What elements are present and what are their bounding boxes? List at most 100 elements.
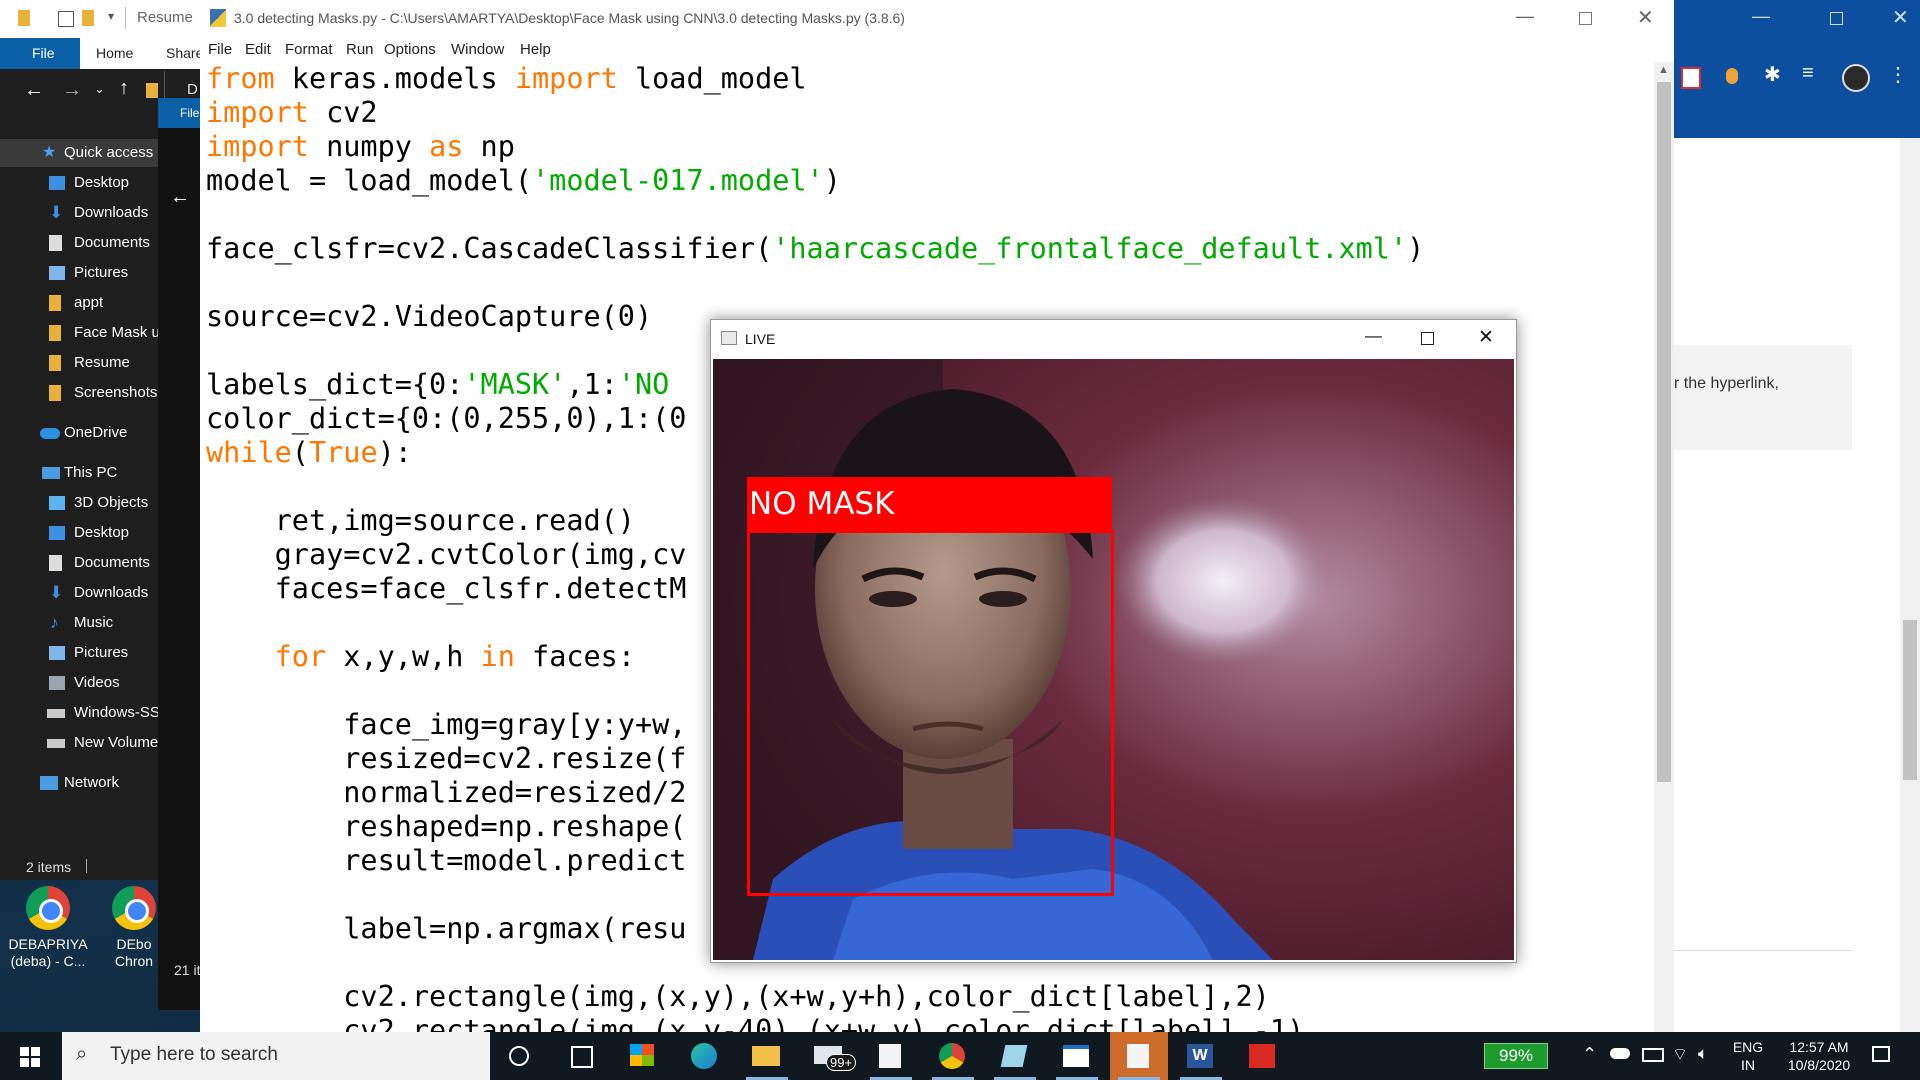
- new-folder-icon[interactable]: [82, 10, 94, 26]
- taskbar-mail[interactable]: 99+: [800, 1032, 858, 1080]
- live-minimize-icon[interactable]: —: [1365, 326, 1382, 346]
- windows-start-icon[interactable]: [20, 1047, 40, 1067]
- nav-item-desktop-pc[interactable]: Desktop: [0, 519, 158, 547]
- nav-item-downloads-pc[interactable]: ⬇ Downloads: [0, 579, 158, 607]
- nav-label: Documents: [74, 554, 150, 571]
- ribbon-tab-home[interactable]: Home: [96, 45, 133, 61]
- minimize-icon[interactable]: —: [1516, 6, 1534, 27]
- nav-label: Screenshots: [74, 384, 158, 401]
- up-arrow-icon[interactable]: ↑: [119, 77, 129, 100]
- nav-item-desktop[interactable]: Desktop: [0, 169, 158, 197]
- code-line: from keras.models import load_model: [206, 62, 807, 95]
- taskbar-window-app[interactable]: [1048, 1032, 1106, 1080]
- nav-item-music[interactable]: ♪ Music: [0, 609, 158, 637]
- menu-run[interactable]: Run: [346, 41, 374, 58]
- nav-item-appt[interactable]: appt: [0, 289, 158, 317]
- task-view-button[interactable]: [552, 1032, 610, 1080]
- address-bar-text[interactable]: D: [187, 81, 198, 98]
- wifi-icon[interactable]: ⌔: [1672, 1044, 1688, 1065]
- desktop-shortcut-debapriya[interactable]: DEBAPRIYA (deba) - C...: [6, 886, 90, 970]
- folder-icon: [49, 325, 61, 341]
- onedrive-cloud-icon[interactable]: [1610, 1048, 1630, 1059]
- extension-shield-icon[interactable]: [1681, 67, 1701, 89]
- taskbar-file-explorer[interactable]: [738, 1032, 796, 1080]
- battery-indicator[interactable]: 99%: [1484, 1043, 1548, 1069]
- desktop-shortcut-debo[interactable]: DEbo Chron: [92, 886, 176, 970]
- quick-toolbar-dropdown-icon[interactable]: ▾: [108, 9, 114, 23]
- extensions-puzzle-icon[interactable]: ✱: [1764, 62, 1781, 87]
- battery-icon[interactable]: [1642, 1048, 1664, 1062]
- nav-item-quick-access[interactable]: ★ Quick access: [0, 139, 158, 167]
- nav-item-pictures-pc[interactable]: Pictures: [0, 639, 158, 667]
- clock[interactable]: 12:57 AM 10/8/2020: [1774, 1038, 1864, 1074]
- taskbar-idle-active[interactable]: [1110, 1032, 1168, 1080]
- recent-chevron-icon[interactable]: ⌄: [94, 81, 105, 97]
- nav-item-3d-objects[interactable]: 3D Objects: [0, 489, 158, 517]
- nav-item-new-volume[interactable]: New Volume: [0, 729, 158, 757]
- editor-scrollbar-thumb[interactable]: [1657, 82, 1671, 782]
- download-icon: ⬇: [49, 203, 64, 222]
- nav-item-face-mask[interactable]: Face Mask us: [0, 319, 158, 347]
- extension-ninja-icon[interactable]: [1726, 68, 1738, 84]
- checkbox-icon[interactable]: [58, 11, 74, 27]
- taskbar-edge[interactable]: [676, 1032, 734, 1080]
- nav-item-network[interactable]: Network: [0, 769, 158, 797]
- nav-item-documents[interactable]: Documents: [0, 229, 158, 257]
- drive-icon: [47, 709, 65, 718]
- ribbon-tab-share[interactable]: Share: [166, 38, 203, 69]
- nav-item-screenshots[interactable]: Screenshots: [0, 379, 158, 407]
- code-line: model = load_model('model-017.model'): [206, 164, 841, 197]
- close-icon[interactable]: ✕: [1637, 5, 1654, 30]
- taskbar-acrobat[interactable]: [1234, 1032, 1292, 1080]
- profile-avatar[interactable]: [1842, 64, 1870, 92]
- browser-minimize-icon[interactable]: —: [1752, 6, 1770, 27]
- menu-window[interactable]: Window: [451, 41, 504, 58]
- scroll-up-icon[interactable]: ▲: [1658, 64, 1669, 76]
- menu-help[interactable]: Help: [520, 41, 551, 58]
- store-bag-icon: [630, 1044, 654, 1066]
- show-hidden-icons-chevron-icon[interactable]: ⌃: [1582, 1044, 1597, 1065]
- language-indicator[interactable]: ENG IN: [1727, 1038, 1769, 1074]
- menu-file[interactable]: File: [208, 41, 232, 58]
- nav-item-downloads[interactable]: ⬇ Downloads: [0, 199, 158, 227]
- nav-item-resume[interactable]: Resume: [0, 349, 158, 377]
- second-explorer-file-tab[interactable]: File: [180, 106, 199, 120]
- taskbar-store[interactable]: [614, 1032, 672, 1080]
- browser-window: — ✕ ✱ ≡ ⋮ r the hyperlink,: [1674, 0, 1920, 1032]
- nav-item-onedrive[interactable]: OneDrive: [0, 419, 158, 447]
- taskbar-python-app[interactable]: [862, 1032, 920, 1080]
- browser-scrollbar[interactable]: [1900, 138, 1920, 1032]
- nav-label: Face Mask us: [74, 324, 158, 341]
- menu-format[interactable]: Format: [285, 41, 333, 58]
- idle-window-title: 3.0 detecting Masks.py - C:\Users\AMARTY…: [234, 10, 905, 26]
- browser-close-icon[interactable]: ✕: [1892, 5, 1909, 30]
- nav-item-this-pc[interactable]: This PC: [0, 459, 158, 487]
- live-close-icon[interactable]: ✕: [1478, 326, 1494, 349]
- taskbar-search-box[interactable]: ⌕ Type here to search: [62, 1032, 490, 1080]
- reading-list-icon[interactable]: ≡: [1802, 62, 1814, 85]
- menu-options[interactable]: Options: [384, 41, 436, 58]
- code-line: result=model.predict: [206, 844, 687, 877]
- live-maximize-icon[interactable]: [1421, 332, 1434, 345]
- browser-scrollbar-thumb[interactable]: [1903, 620, 1917, 780]
- second-explorer-back-icon[interactable]: ←: [170, 186, 190, 209]
- back-arrow-icon[interactable]: ←: [24, 79, 44, 102]
- nav-item-documents-pc[interactable]: Documents: [0, 549, 158, 577]
- forward-arrow-icon[interactable]: →: [62, 79, 82, 102]
- taskbar-notes[interactable]: [986, 1032, 1044, 1080]
- menu-edit[interactable]: Edit: [245, 41, 271, 58]
- maximize-icon[interactable]: [1579, 12, 1592, 25]
- volume-icon[interactable]: 🔈︎: [1698, 1044, 1708, 1064]
- cortana-button[interactable]: [490, 1032, 548, 1080]
- taskbar-chrome[interactable]: [924, 1032, 982, 1080]
- nav-item-pictures[interactable]: Pictures: [0, 259, 158, 287]
- taskbar-word[interactable]: W: [1172, 1032, 1230, 1080]
- nav-item-videos[interactable]: Videos: [0, 669, 158, 697]
- menu-kebab-icon[interactable]: ⋮: [1888, 62, 1908, 87]
- browser-maximize-icon[interactable]: [1830, 12, 1843, 25]
- nav-item-windows-ss[interactable]: Windows-SS: [0, 699, 158, 727]
- notification-center-icon[interactable]: [1872, 1046, 1890, 1062]
- pictures-icon: [49, 266, 65, 280]
- nav-label: Desktop: [74, 174, 130, 191]
- ribbon-tab-file[interactable]: File: [32, 45, 55, 61]
